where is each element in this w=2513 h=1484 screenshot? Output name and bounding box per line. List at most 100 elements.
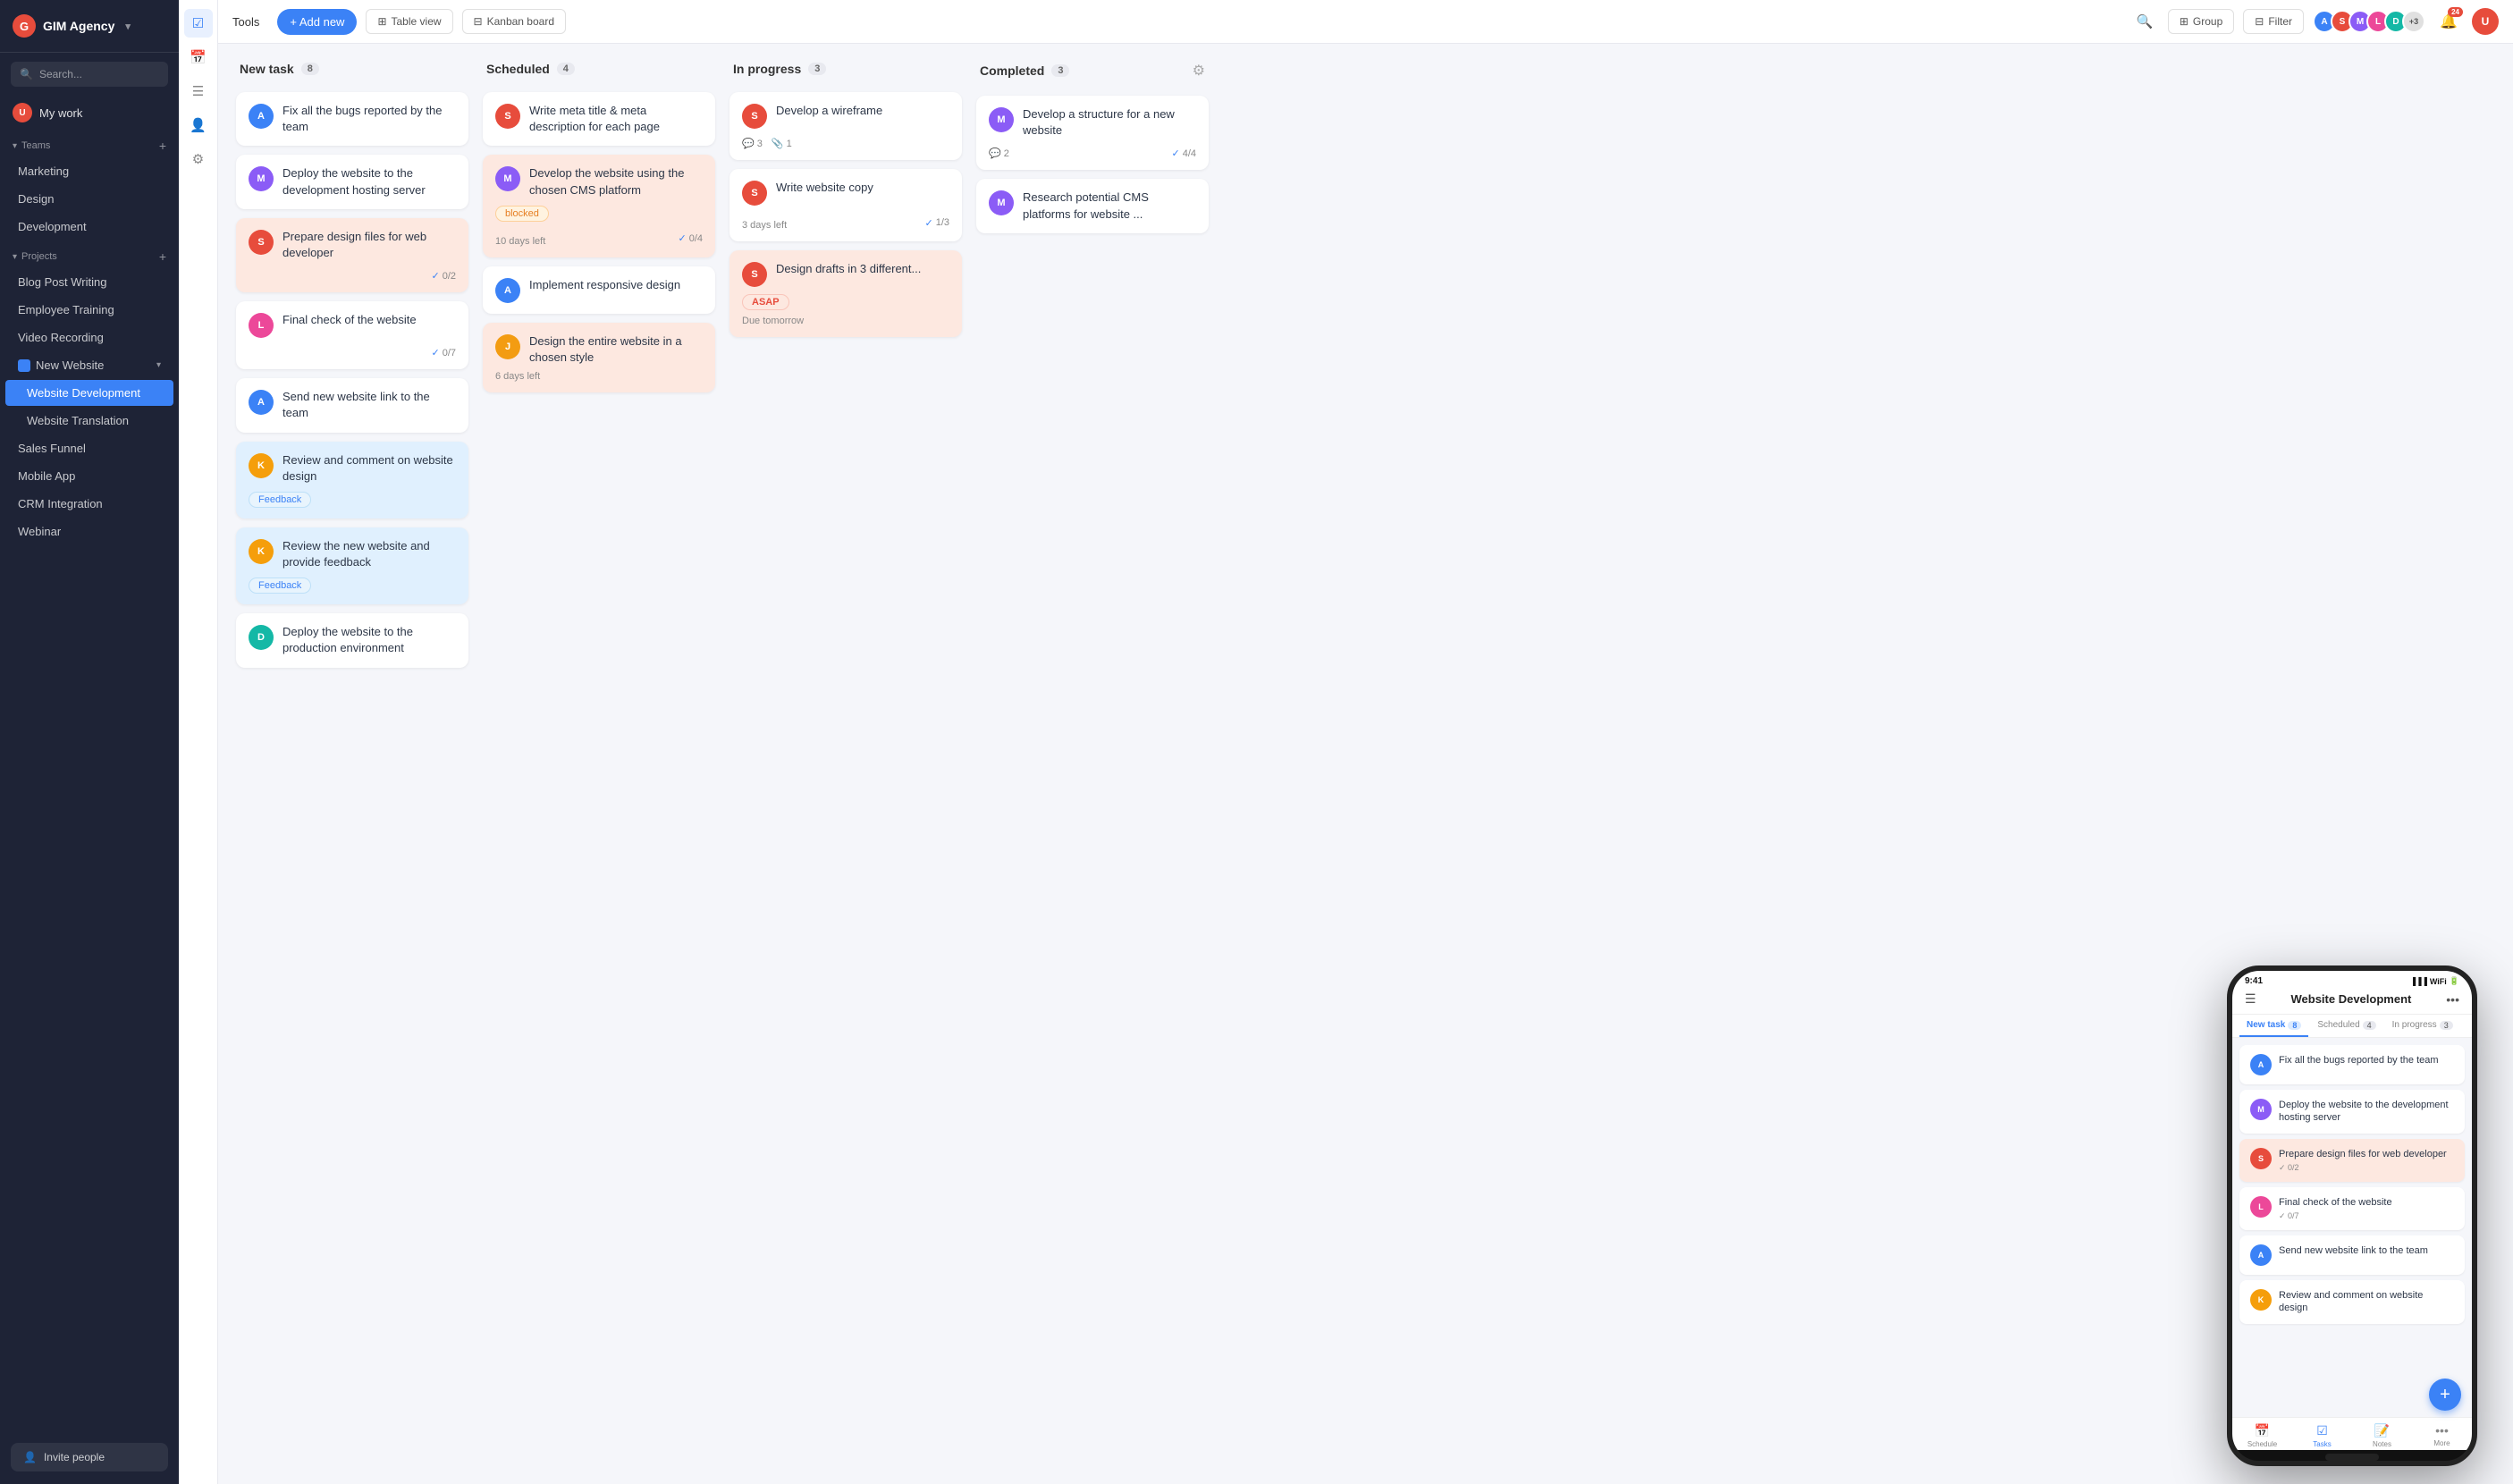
card-avatar: K [249,539,274,564]
card-final-check[interactable]: L Final check of the website ✓ 0/7 [236,301,468,369]
card-title: Final check of the website [283,312,417,328]
phone-card-5[interactable]: A Send new website link to the team [2239,1235,2465,1275]
phone-card-4[interactable]: L Final check of the website ✓ 0/7 [2239,1187,2465,1230]
sidebar-item-marketing[interactable]: Marketing [5,158,173,184]
phone-card-avatar: A [2250,1244,2272,1266]
card-review-new-website[interactable]: K Review the new website and provide fee… [236,527,468,604]
sidebar-item-website-translation[interactable]: Website Translation [5,408,173,434]
column-completed-header: Completed 3 ⚙ [976,62,1209,87]
tasks-icon: ☑ [2316,1423,2328,1438]
card-avatar: S [249,230,274,255]
icon-strip: ☑ 📅 ☰ 👤 ⚙ [179,0,218,1484]
column-in-progress: In progress 3 S Develop a wireframe 💬 3 … [729,62,962,337]
column-new-task-title: New task 8 [240,62,319,76]
phone-tab-new-task[interactable]: New task 8 [2239,1015,2308,1037]
phone-menu-icon[interactable]: ☰ [2245,991,2256,1007]
icon-list[interactable]: ☰ [184,77,213,105]
projects-add-btn[interactable]: + [159,249,166,264]
invite-people-btn[interactable]: 👤 Invite people [11,1443,168,1471]
card-prepare-design[interactable]: S Prepare design files for web developer… [236,218,468,292]
icon-person[interactable]: 👤 [184,111,213,139]
group-button[interactable]: ⊞ Group [2168,9,2234,34]
phone-nav-more[interactable]: ••• More [2412,1423,2472,1448]
search-button[interactable]: 🔍 [2130,7,2159,36]
phone-card-1[interactable]: A Fix all the bugs reported by the team [2239,1045,2465,1084]
sidebar-item-development[interactable]: Development [5,214,173,240]
search-bar[interactable]: 🔍 Search... [11,62,168,87]
phone-tab-in-progress[interactable]: In progress 3 [2385,1015,2460,1037]
card-develop-cms[interactable]: M Develop the website using the chosen C… [483,155,715,257]
card-deploy-production[interactable]: D Deploy the website to the production e… [236,613,468,667]
card-title: Write meta title & meta description for … [529,103,703,135]
sidebar-item-crm-integration[interactable]: CRM Integration [5,491,173,517]
card-fix-bugs[interactable]: A Fix all the bugs reported by the team [236,92,468,146]
phone-card-3[interactable]: S Prepare design files for web developer… [2239,1139,2465,1182]
card-responsive-design[interactable]: A Implement responsive design [483,266,715,314]
phone-fab-btn[interactable]: + [2429,1379,2461,1411]
card-design-drafts[interactable]: S Design drafts in 3 different... ASAP D… [729,250,962,337]
teams-add-btn[interactable]: + [159,139,166,153]
new-website-label: New Website [36,358,104,372]
days-left: Due tomorrow [742,316,949,326]
phone-nav-schedule-label: Schedule [2247,1440,2277,1448]
phone-card-avatar: A [2250,1054,2272,1075]
filter-button[interactable]: ⊟ Filter [2243,9,2304,34]
card-meta-title[interactable]: S Write meta title & meta description fo… [483,92,715,146]
column-completed: Completed 3 ⚙ M Develop a structure for … [976,62,1209,233]
add-new-button[interactable]: + Add new [277,9,357,35]
sidebar-item-video-recording[interactable]: Video Recording [5,325,173,350]
card-title: Deploy the website to the development ho… [283,165,456,198]
phone-card-2[interactable]: M Deploy the website to the development … [2239,1090,2465,1134]
sidebar-item-new-website[interactable]: New Website ▾ [5,352,173,378]
icon-settings-strip[interactable]: ⚙ [184,145,213,173]
card-design-style[interactable]: J Design the entire website in a chosen … [483,323,715,392]
sidebar-item-webinar[interactable]: Webinar [5,519,173,544]
kanban-board: New task 8 A Fix all the bugs reported b… [218,44,2513,1484]
check-count: ✓ 0/4 [678,232,703,244]
table-view-btn[interactable]: ⊞ Table view [366,9,452,34]
user-avatar[interactable]: U [2472,8,2499,35]
kanban-board-btn[interactable]: ⊟ Kanban board [462,9,566,34]
phone-nav-tasks-label: Tasks [2313,1440,2331,1448]
phone-card-6[interactable]: K Review and comment on website design [2239,1280,2465,1324]
sidebar-item-design[interactable]: Design [5,186,173,212]
icon-tasks[interactable]: ☑ [184,9,213,38]
phone-body: A Fix all the bugs reported by the team … [2232,1038,2472,1417]
comments-count: 💬 2 [989,148,1009,159]
sidebar-item-blog-post[interactable]: Blog Post Writing [5,269,173,295]
phone-card-title: Prepare design files for web developer [2279,1148,2454,1160]
phone-nav-schedule[interactable]: 📅 Schedule [2232,1423,2292,1448]
card-deploy-dev[interactable]: M Deploy the website to the development … [236,155,468,208]
phone-card-avatar: S [2250,1148,2272,1169]
feedback-tag: Feedback [249,578,311,594]
card-structure-website[interactable]: M Develop a structure for a new website … [976,96,1209,170]
phone-card-title: Send new website link to the team [2279,1244,2454,1257]
column-new-task-count: 8 [301,63,319,75]
card-meta: 💬 3 📎 1 [742,138,792,149]
card-research-cms[interactable]: M Research potential CMS platforms for w… [976,179,1209,232]
card-title: Send new website link to the team [283,389,456,421]
sidebar-logo[interactable]: G GIM Agency ▾ [0,0,179,53]
avatars-row: A S M L D +3 [2313,10,2425,33]
column-settings-icon[interactable]: ⚙ [1193,62,1205,80]
sidebar-item-sales-funnel[interactable]: Sales Funnel [5,435,173,461]
phone-tab-scheduled[interactable]: Scheduled 4 [2310,1015,2382,1037]
phone-nav-notes[interactable]: 📝 Notes [2352,1423,2412,1448]
card-write-copy[interactable]: S Write website copy 3 days left ✓ 1/3 [729,169,962,241]
card-wireframe[interactable]: S Develop a wireframe 💬 3 📎 1 [729,92,962,160]
phone-more-icon[interactable]: ••• [2446,992,2459,1007]
sidebar-item-employee-training[interactable]: Employee Training [5,297,173,323]
card-send-link[interactable]: A Send new website link to the team [236,378,468,432]
notes-icon: 📝 [2374,1423,2390,1438]
phone-nav-tasks[interactable]: ☑ Tasks [2292,1423,2352,1448]
sidebar-item-mobile-app[interactable]: Mobile App [5,463,173,489]
phone-status-icons: ▐▐▐ WiFi 🔋 [2410,976,2459,986]
sidebar-item-website-development[interactable]: Website Development [5,380,173,406]
kanban-board-label: Kanban board [487,15,554,28]
notification-button[interactable]: 🔔 24 [2434,7,2463,36]
phone-card-title: Fix all the bugs reported by the team [2279,1054,2454,1067]
phone-home-indicator [2325,1454,2379,1461]
my-work-item[interactable]: U My work [0,96,179,130]
icon-calendar[interactable]: 📅 [184,43,213,72]
card-review-comment[interactable]: K Review and comment on website design F… [236,442,468,519]
